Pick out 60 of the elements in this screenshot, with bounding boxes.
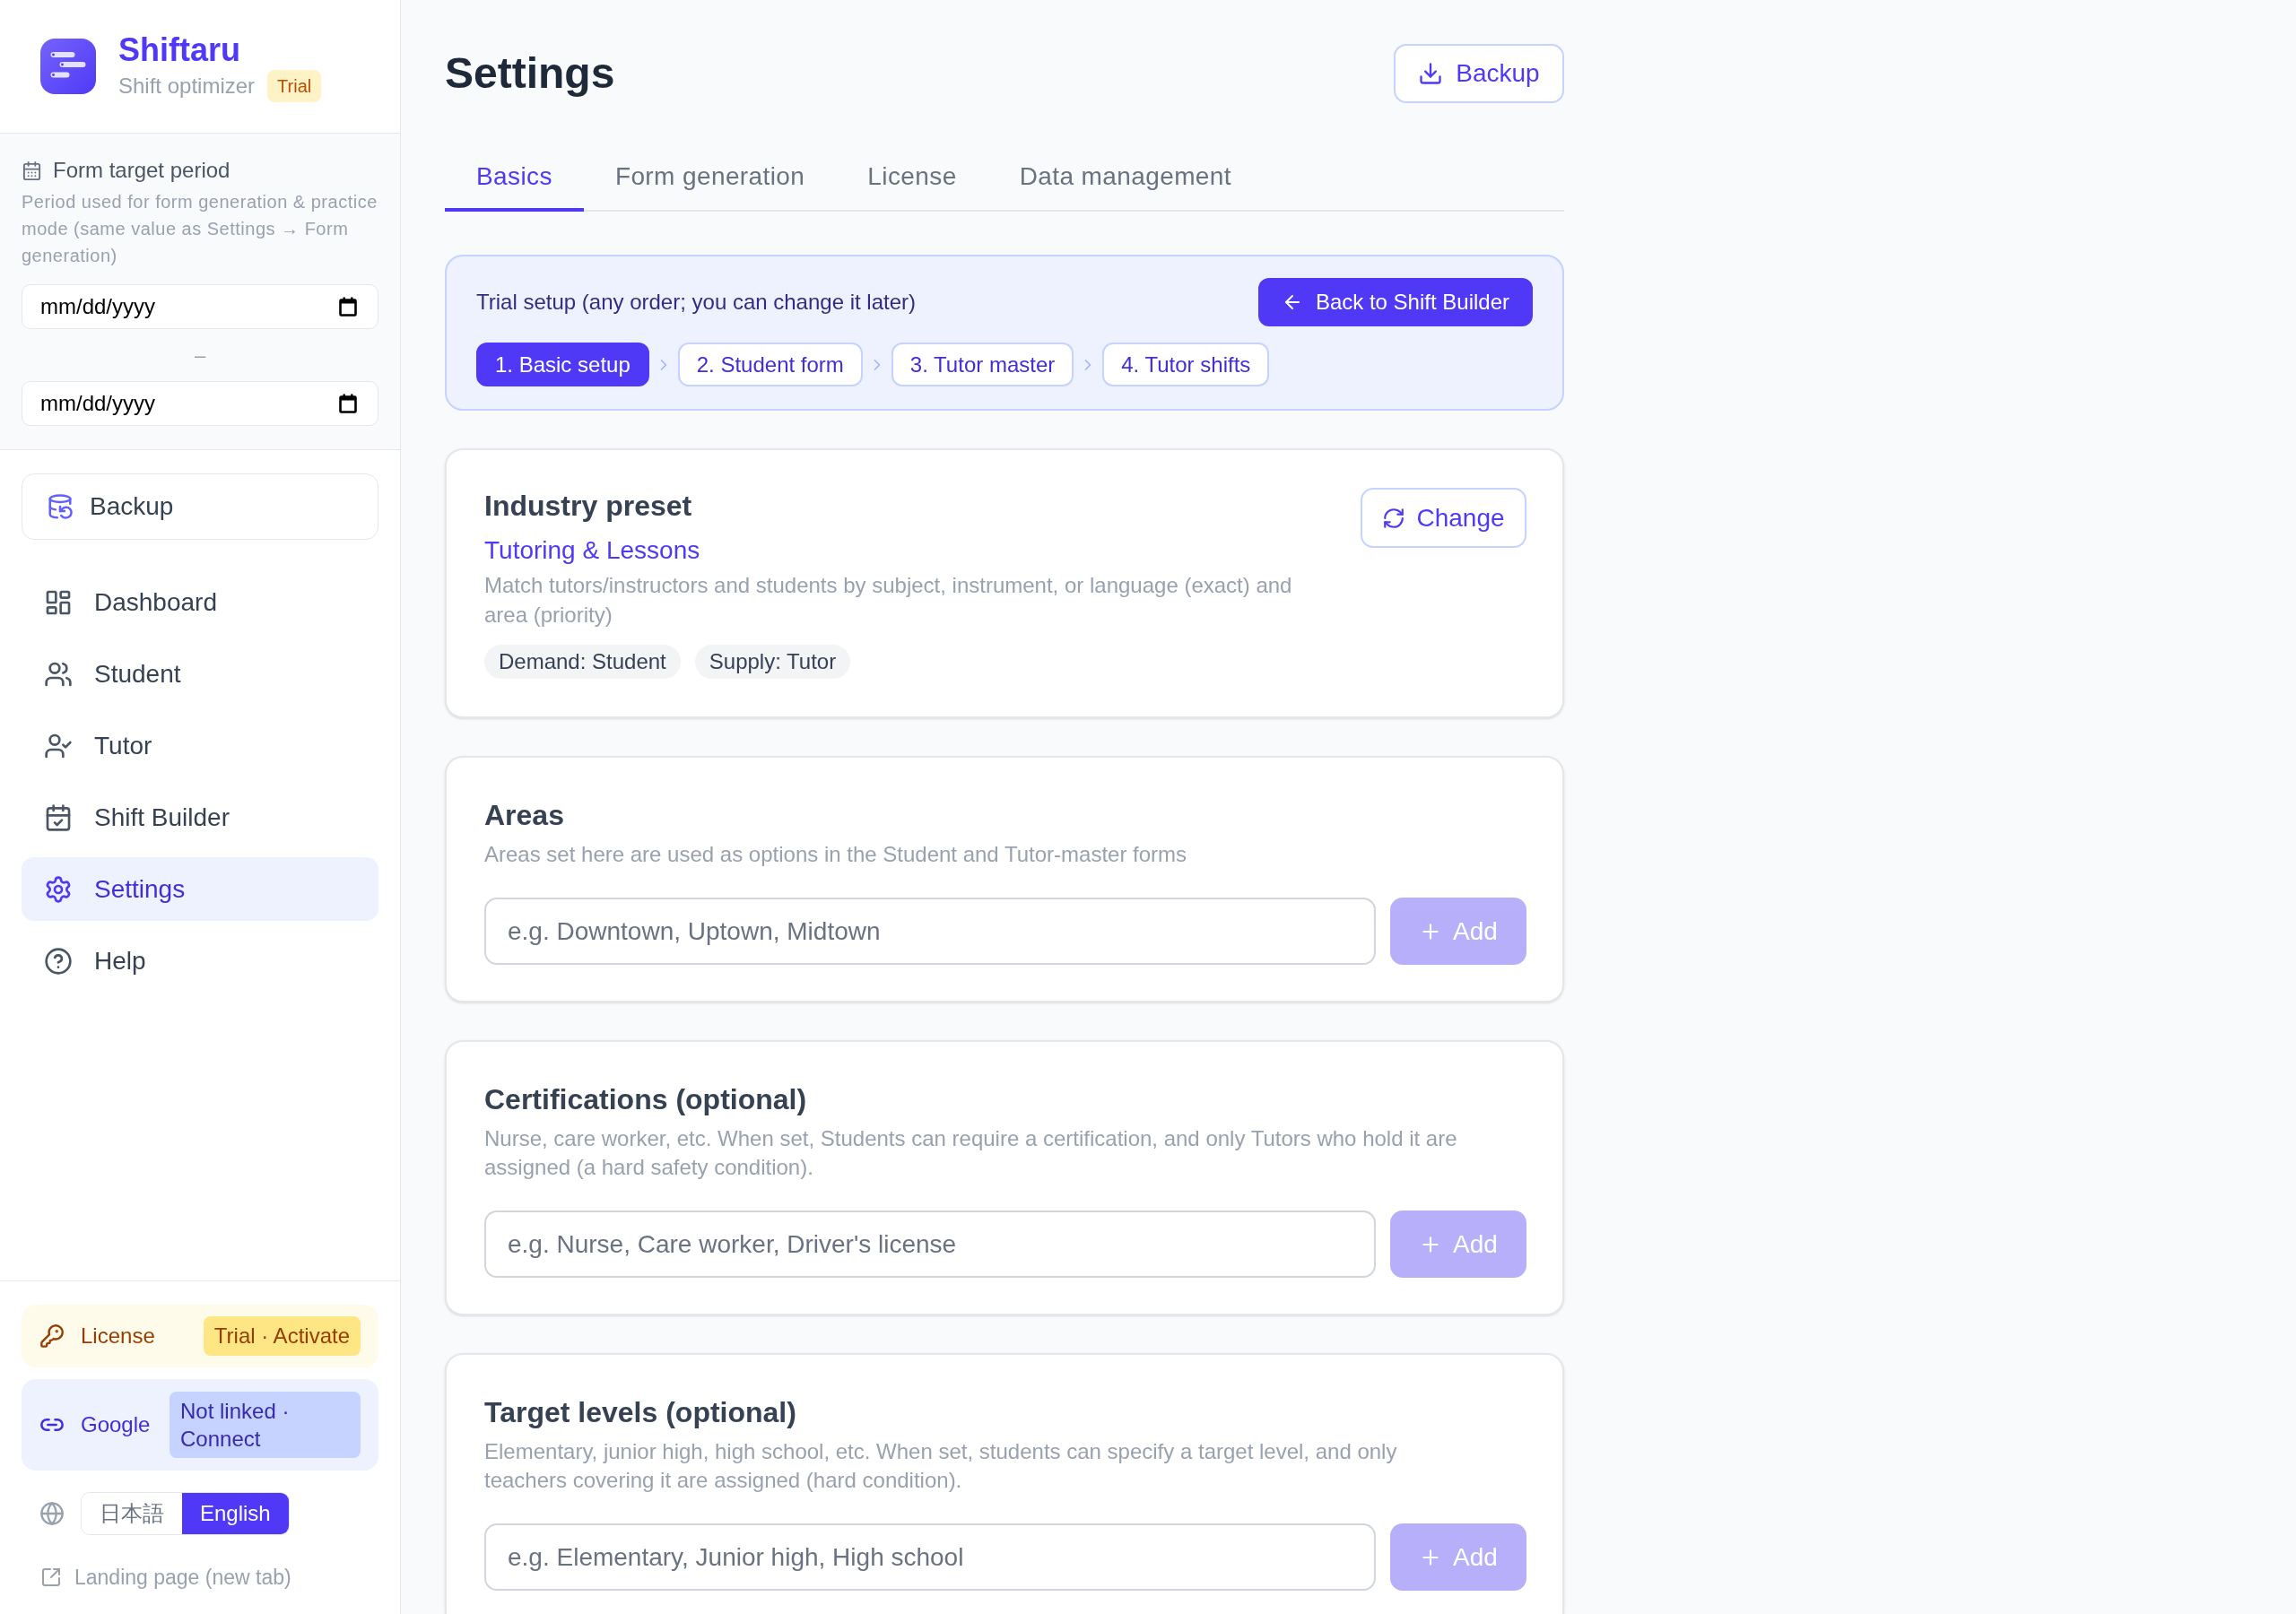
database-backup-icon <box>47 493 74 520</box>
step-chip[interactable]: 4. Tutor shifts <box>1102 343 1270 386</box>
card-description: Areas set here are used as options in the Student and Tutor-master forms <box>484 841 1188 868</box>
google-status-badge[interactable]: Not linked · Connect <box>170 1391 361 1458</box>
nav-item[interactable]: Shift Builder <box>22 785 378 849</box>
globe-icon <box>39 1500 65 1526</box>
google-label: Google <box>81 1410 151 1438</box>
card-description: Elementary, junior high, high school, etc. When set, students can specify a target level, and only teachers covering it are assigned (hard condition). <box>484 1438 1398 1494</box>
key-icon <box>39 1323 65 1349</box>
trial-badge: Trial <box>267 70 322 102</box>
period-label: Form target period <box>53 157 230 184</box>
preset-description: Match tutors/instructors and students by subject, instrument, or language (exact) and area (priority) <box>484 572 1293 629</box>
card-title: Areas <box>484 798 564 833</box>
nav-item[interactable]: Settings <box>22 857 378 921</box>
external-link-icon <box>40 1566 62 1588</box>
preset-name: Tutoring & Lessons <box>484 535 700 566</box>
text-input[interactable]: e.g. Elementary, Junior high, High school <box>484 1523 1376 1591</box>
refresh-icon <box>1382 506 1406 530</box>
card-title: Industry preset <box>484 489 693 524</box>
download-icon <box>1418 61 1444 86</box>
card-title: Target levels (optional) <box>484 1395 796 1430</box>
step-chip[interactable]: 1. Basic setup <box>476 343 649 386</box>
tab[interactable]: Form generation <box>583 145 837 212</box>
date-field[interactable]: mm/dd/yyyy <box>22 381 378 426</box>
settings-icon <box>44 874 73 904</box>
backup-button[interactable]: Backup <box>22 473 378 540</box>
tab[interactable]: Basics <box>445 145 584 212</box>
trial-setup-title: Trial setup (any order; you can change it later) <box>476 289 917 316</box>
language-option[interactable]: English <box>182 1492 289 1534</box>
text-input[interactable]: e.g. Downtown, Uptown, Midtown <box>484 898 1376 965</box>
nav-item[interactable]: Dashboard <box>22 570 378 634</box>
app-subtitle: Shift optimizer <box>118 73 256 100</box>
backup-button[interactable]: Backup <box>1394 44 1564 103</box>
license-label: License <box>81 1322 155 1349</box>
page-title: Settings <box>445 48 615 99</box>
text-input[interactable]: e.g. Nurse, Care worker, Driver's license <box>484 1210 1376 1278</box>
tab[interactable]: License <box>836 145 988 212</box>
license-status-badge[interactable]: Trial · Activate <box>203 1315 361 1356</box>
tab[interactable]: Data management <box>987 145 1263 212</box>
logo-icon <box>40 39 96 94</box>
google-panel[interactable]: Google Not linked · Connect <box>22 1378 378 1471</box>
nav-item[interactable]: Help <box>22 929 378 993</box>
step-chip[interactable]: 3. Tutor master <box>891 343 1074 386</box>
calendar-check-icon <box>44 803 73 832</box>
card-title: Certifications (optional) <box>484 1082 807 1117</box>
step-chip[interactable]: 2. Student form <box>677 343 863 386</box>
nav-item[interactable]: Tutor <box>22 714 378 777</box>
date-field[interactable]: mm/dd/yyyy <box>22 284 378 329</box>
date-separator: – <box>194 343 206 369</box>
period-description: Period used for form generation & practice mode (same value as Settings → Form generation) <box>22 191 378 267</box>
help-icon <box>44 946 73 976</box>
card-description: Nurse, care worker, etc. When set, Students can require a certification, and only Tutors who hold it are assigned (a hard safety condition). <box>484 1125 1458 1181</box>
app-name: Shiftaru <box>118 30 241 70</box>
nav-item[interactable]: Student <box>22 642 378 706</box>
license-panel[interactable]: License Trial · Activate <box>22 1304 378 1367</box>
tag: Supply: Tutor <box>694 645 851 679</box>
back-button[interactable]: Back to Shift Builder <box>1257 278 1533 326</box>
change-button[interactable]: Change <box>1361 488 1526 548</box>
calendar-icon <box>22 160 42 181</box>
tag: Demand: Student <box>484 645 681 679</box>
